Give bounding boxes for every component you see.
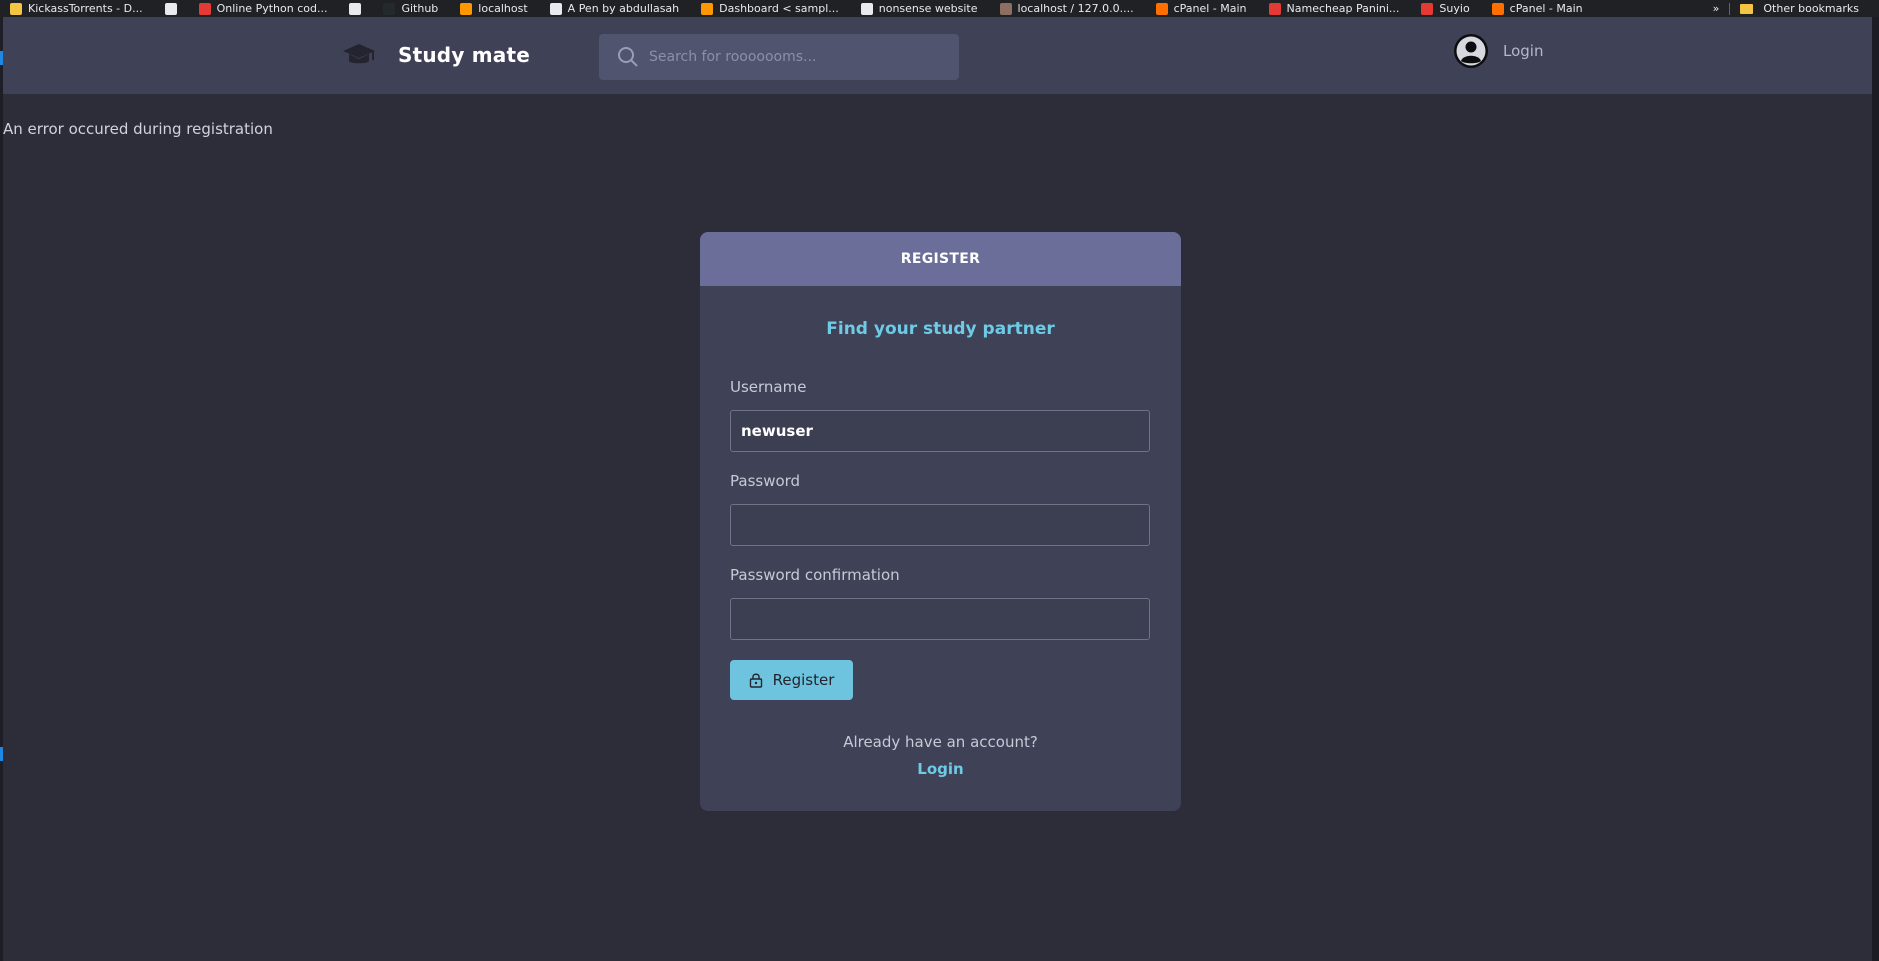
bookmark-item[interactable] [155, 0, 189, 17]
lock-icon [749, 673, 762, 688]
navbar: Study mate Login [3, 17, 1872, 94]
bookmarks-right: » Other bookmarks [1713, 2, 1879, 15]
card-subtitle: Find your study partner [826, 319, 1055, 339]
bookmark-label: localhost / 127.0.0.... [1017, 2, 1134, 15]
bookmark-label: Namecheap Panini... [1286, 2, 1400, 15]
password-field[interactable] [730, 504, 1150, 546]
brand-logo[interactable]: Study mate [342, 41, 530, 69]
bookmark-favicon-icon [701, 2, 714, 15]
bookmark-item[interactable]: Suyio [1411, 0, 1481, 17]
other-bookmarks[interactable]: Other bookmarks [1763, 2, 1859, 15]
bookmark-label: A Pen by abdullasah [567, 2, 680, 15]
bookmark-favicon-icon [349, 2, 362, 15]
bookmarks-list: KickassTorrents - D... Online Python cod.… [0, 0, 1595, 17]
bookmark-item[interactable]: Github [373, 0, 450, 17]
card-header: REGISTER [700, 232, 1181, 286]
card-body: Find your study partner Username Passwor… [700, 319, 1181, 778]
bookmarks-bar: KickassTorrents - D... Online Python cod.… [0, 0, 1879, 17]
nav-login-link[interactable]: Login [1503, 42, 1543, 60]
password-confirmation-field[interactable] [730, 598, 1150, 640]
bookmarks-more-icon[interactable]: » [1713, 2, 1720, 15]
bookmark-item[interactable]: nonsense website [851, 0, 990, 17]
username-label: Username [730, 378, 807, 396]
bookmark-favicon-icon [164, 2, 177, 15]
bookmark-item[interactable]: localhost / 127.0.0.... [990, 0, 1146, 17]
bookmark-favicon-icon [1421, 2, 1434, 15]
bookmark-item[interactable]: KickassTorrents - D... [0, 0, 155, 17]
bookmark-favicon-icon [383, 2, 396, 15]
bookmark-label: KickassTorrents - D... [28, 2, 143, 15]
bookmark-label: localhost [478, 2, 528, 15]
bookmark-item[interactable]: Dashboard < sampl... [691, 0, 851, 17]
user-circle-icon[interactable] [1453, 33, 1489, 69]
graduation-cap-icon [343, 44, 375, 64]
account-prompt: Already have an account? [843, 733, 1038, 751]
bookmark-favicon-icon [1155, 2, 1168, 15]
register-button[interactable]: Register [730, 660, 853, 700]
bookmark-favicon-icon [860, 2, 873, 15]
bookmark-label: cPanel - Main [1173, 2, 1247, 15]
left-edge-strip [0, 17, 3, 961]
bookmark-item[interactable]: cPanel - Main [1482, 0, 1595, 17]
password-label: Password [730, 472, 801, 490]
bookmark-favicon-icon [1491, 2, 1504, 15]
search-box[interactable] [599, 34, 959, 80]
user-menu[interactable]: Login [1453, 33, 1543, 69]
bookmark-item[interactable]: Online Python cod... [189, 0, 340, 17]
bookmark-favicon-icon [198, 2, 211, 15]
bookmark-label: Github [401, 2, 439, 15]
password-confirmation-label: Password confirmation [730, 566, 900, 584]
bookmark-label: nonsense website [878, 2, 978, 15]
register-card: REGISTER Find your study partner Usernam… [700, 232, 1181, 811]
brand-name: Study mate [398, 43, 530, 67]
bookmark-label: Dashboard < sampl... [719, 2, 839, 15]
bookmarks-separator [1729, 2, 1731, 15]
bookmark-label: cPanel - Main [1509, 2, 1583, 15]
bookmark-favicon-icon [460, 2, 473, 15]
search-input[interactable] [649, 49, 939, 65]
username-field[interactable] [730, 410, 1150, 452]
bookmark-item[interactable] [339, 0, 373, 17]
bookmark-favicon-icon [999, 2, 1012, 15]
bookmark-favicon-icon [549, 2, 562, 15]
edge-marker [0, 747, 3, 761]
bookmark-label: Online Python cod... [216, 2, 328, 15]
search-icon [618, 47, 638, 67]
folder-icon [1740, 3, 1754, 14]
right-edge-strip [1872, 17, 1879, 961]
bookmark-item[interactable]: localhost [450, 0, 539, 17]
register-button-label: Register [772, 671, 835, 689]
bookmark-label: Suyio [1439, 2, 1470, 15]
bookmark-item[interactable]: A Pen by abdullasah [540, 0, 691, 17]
footer-login-link[interactable]: Login [730, 760, 1151, 778]
bookmark-item[interactable]: cPanel - Main [1146, 0, 1259, 17]
bookmark-favicon-icon [1268, 2, 1281, 15]
bookmark-favicon-icon [10, 2, 22, 15]
error-message: An error occured during registration [3, 120, 273, 138]
bookmark-item[interactable]: Namecheap Panini... [1259, 0, 1412, 17]
register-form: Username Password Password confirmation … [730, 378, 1151, 700]
